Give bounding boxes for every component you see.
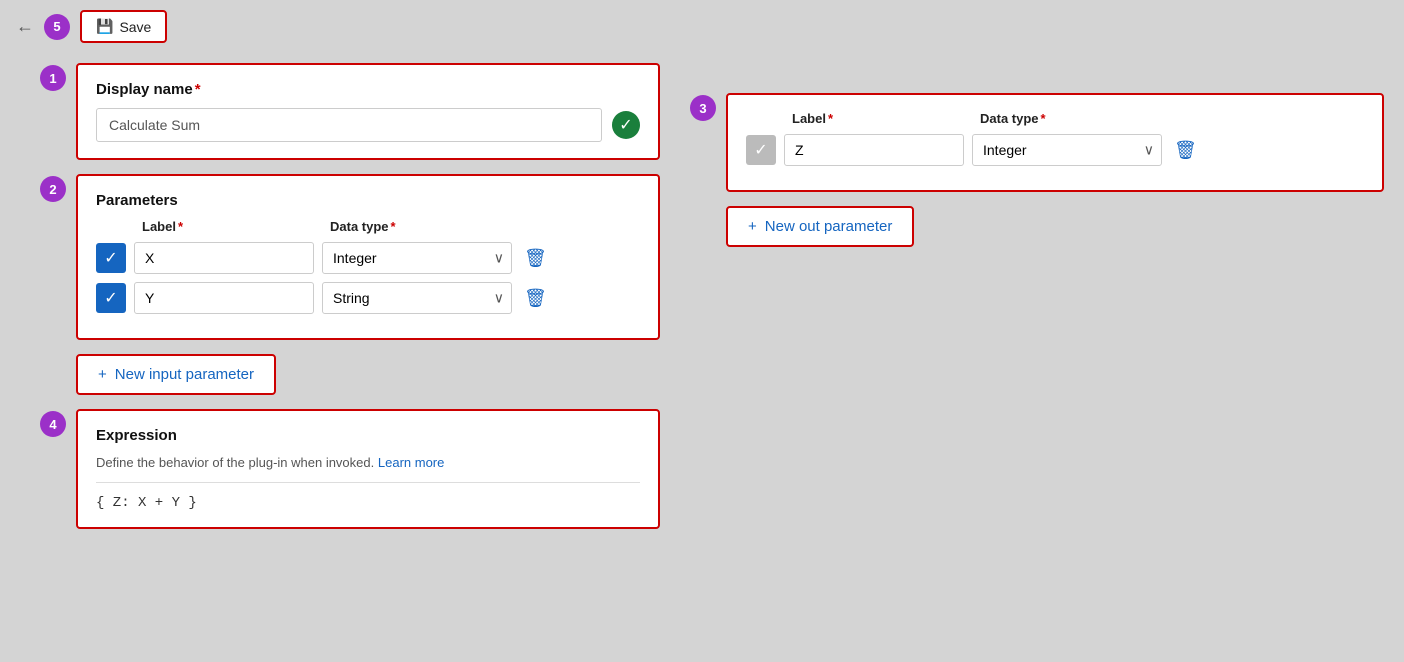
learn-more-link[interactable]: Learn more — [378, 455, 444, 470]
param-checkbox-z[interactable]: ✓ — [746, 135, 776, 165]
step5-badge: 5 — [44, 14, 70, 40]
toolbar: ← 5 💾 Save — [0, 0, 1404, 53]
param-checkbox-y[interactable]: ✓ — [96, 283, 126, 313]
save-button[interactable]: 💾 Save — [80, 10, 167, 43]
parameters-content: Parameters Label* Data type* ✓ — [76, 174, 660, 340]
parameters-section: 2 Parameters Label* Data type* ✓ — [40, 174, 660, 340]
display-name-content: Display name* ✓ — [76, 63, 660, 160]
expression-section: 4 Expression Define the behavior of the … — [40, 409, 660, 529]
display-name-section: 1 Display name* ✓ — [40, 63, 660, 160]
parameters-title: Parameters — [96, 192, 640, 209]
param-checkbox-x[interactable]: ✓ — [96, 243, 126, 273]
back-button[interactable]: ← — [16, 16, 34, 37]
param-label-z[interactable] — [784, 134, 964, 166]
step4-badge: 4 — [40, 411, 66, 437]
main-layout: 1 Display name* ✓ 2 — [0, 53, 1404, 539]
display-name-row: ✓ — [96, 108, 640, 142]
left-column: 1 Display name* ✓ 2 — [40, 63, 660, 529]
new-out-param-label: New out parameter — [765, 218, 893, 235]
output-params-section: 3 Label* Data type* ✓ — [690, 93, 1384, 192]
param-header-row: Label* Data type* — [96, 219, 640, 234]
step2-badge: 2 — [40, 176, 66, 202]
new-input-param-label: New input parameter — [115, 366, 254, 383]
param-type-x[interactable]: Integer String Boolean Float Date — [322, 242, 512, 274]
output-params-box: Label* Data type* ✓ Integer — [726, 93, 1384, 192]
save-icon: 💾 — [96, 18, 113, 35]
right-column: 3 Label* Data type* ✓ — [690, 63, 1384, 247]
param-row-z: ✓ Integer String Boolean Float Date ∨ — [746, 134, 1364, 166]
output-type-header: Data type* — [980, 111, 1170, 126]
parameters-box: Parameters Label* Data type* ✓ — [76, 174, 660, 340]
display-name-title: Display name* — [96, 81, 640, 98]
param-row-x: ✓ Integer String Boolean Float Date ∨ — [96, 242, 640, 274]
expression-description: Define the behavior of the plug-in when … — [96, 454, 640, 472]
param-type-wrapper-z: Integer String Boolean Float Date ∨ — [972, 134, 1162, 166]
new-out-param-button[interactable]: + New out parameter — [726, 206, 914, 247]
param-row-y: ✓ Integer String Boolean Float Date ∨ — [96, 282, 640, 314]
delete-icon-z[interactable]: 🗑 — [1170, 136, 1201, 165]
param-type-y[interactable]: Integer String Boolean Float Date — [322, 282, 512, 314]
new-out-param-wrapper: + New out parameter — [726, 206, 1384, 247]
expression-box: Expression Define the behavior of the pl… — [76, 409, 660, 529]
param-label-y[interactable] — [134, 282, 314, 314]
type-header: Data type* — [330, 219, 520, 234]
delete-icon-x[interactable]: 🗑 — [520, 244, 551, 273]
param-type-wrapper-x: Integer String Boolean Float Date ∨ — [322, 242, 512, 274]
output-label-header: Label* — [792, 111, 972, 126]
expression-input-box: { Z: X + Y } — [96, 482, 640, 511]
step1-badge: 1 — [40, 65, 66, 91]
display-name-input[interactable] — [96, 108, 602, 142]
expression-content: Expression Define the behavior of the pl… — [76, 409, 660, 529]
new-out-plus-icon: + — [748, 218, 757, 235]
valid-check-icon: ✓ — [612, 111, 640, 139]
output-params-content: Label* Data type* ✓ Integer — [726, 93, 1384, 192]
display-name-required: * — [195, 81, 201, 98]
expression-title: Expression — [96, 427, 640, 444]
delete-icon-y[interactable]: 🗑 — [520, 284, 551, 313]
expression-value: { Z: X + Y } — [96, 495, 197, 511]
output-param-header-row: Label* Data type* — [746, 111, 1364, 126]
param-type-z[interactable]: Integer String Boolean Float Date — [972, 134, 1162, 166]
param-type-wrapper-y: Integer String Boolean Float Date ∨ — [322, 282, 512, 314]
step3-badge: 3 — [690, 95, 716, 121]
new-input-param-button[interactable]: + New input parameter — [76, 354, 276, 395]
save-label: Save — [119, 19, 151, 35]
new-input-plus-icon: + — [98, 366, 107, 383]
new-input-param-wrapper: + New input parameter — [76, 354, 660, 395]
display-name-box: Display name* ✓ — [76, 63, 660, 160]
label-header: Label* — [142, 219, 322, 234]
param-label-x[interactable] — [134, 242, 314, 274]
